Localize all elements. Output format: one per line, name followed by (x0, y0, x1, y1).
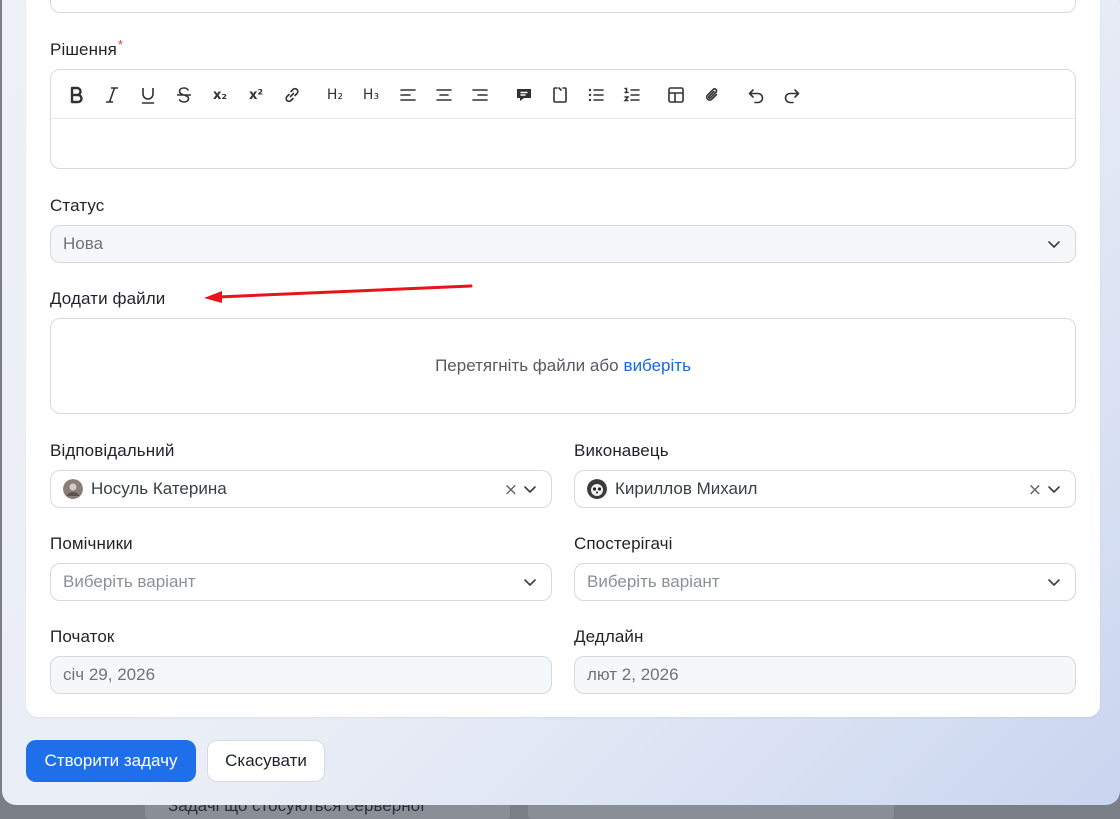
avatar (587, 479, 607, 499)
dropzone-text: Перетягніть файли або (435, 356, 619, 375)
deadline-date-input[interactable]: лют 2, 2026 (574, 656, 1076, 694)
comment-icon[interactable] (511, 82, 537, 108)
assistants-label: Помічники (50, 534, 133, 553)
executor-value: Кириллов Михаил (615, 479, 758, 498)
solution-label: Рішення* (50, 37, 124, 60)
observers-placeholder: Виберіть варіант (587, 572, 720, 591)
start-date-value: січ 29, 2026 (63, 665, 156, 684)
undo-icon[interactable] (743, 82, 769, 108)
annotation-arrow-icon (204, 284, 473, 303)
underline-icon[interactable] (135, 82, 161, 108)
superscript-icon[interactable]: x² (243, 82, 269, 108)
editor-toolbar: x₂ x² H₂ H₃ (51, 70, 1075, 119)
start-date-input[interactable]: січ 29, 2026 (50, 656, 552, 694)
responsible-label: Відповідальний (50, 441, 175, 460)
executor-label: Виконавець (574, 441, 669, 460)
avatar (63, 479, 83, 499)
file-dropzone[interactable]: Перетягніть файли або виберіть (50, 318, 1076, 414)
choose-files-link[interactable]: виберіть (624, 356, 691, 376)
italic-icon[interactable] (99, 82, 125, 108)
clear-icon[interactable]: × (1028, 480, 1042, 500)
numbered-list-icon[interactable] (619, 82, 645, 108)
responsible-value: Носуль Катерина (91, 479, 227, 498)
table-icon[interactable] (663, 82, 689, 108)
deadline-label: Дедлайн (574, 627, 644, 646)
assistants-select[interactable]: Виберіть варіант (50, 563, 552, 601)
bullet-list-icon[interactable] (583, 82, 609, 108)
observers-label: Спостерігачі (574, 534, 673, 553)
create-task-button[interactable]: Створити задачу (26, 740, 196, 782)
clear-icon[interactable]: × (504, 480, 518, 500)
chevron-down-icon (524, 579, 536, 586)
create-task-modal: Рішення* x₂ x² H₂ H₃ Статус Нова Додати … (2, 0, 1120, 805)
chevron-down-icon (1048, 241, 1060, 248)
status-label: Статус (50, 196, 105, 215)
responsible-select[interactable]: Носуль Катерина × (50, 470, 552, 508)
required-mark: * (117, 37, 124, 52)
link-icon[interactable] (279, 82, 305, 108)
heading2-icon[interactable]: H₂ (322, 82, 348, 108)
subscript-icon[interactable]: x₂ (207, 82, 233, 108)
assistants-placeholder: Виберіть варіант (63, 572, 196, 591)
executor-select[interactable]: Кириллов Михаил × (574, 470, 1076, 508)
align-left-icon[interactable] (395, 82, 421, 108)
heading3-icon[interactable]: H₃ (358, 82, 384, 108)
cancel-button[interactable]: Скасувати (207, 740, 325, 782)
attachment-icon[interactable] (699, 82, 725, 108)
solution-label-text: Рішення (50, 40, 117, 59)
strikethrough-icon[interactable] (171, 82, 197, 108)
previous-field[interactable] (50, 0, 1076, 13)
bold-icon[interactable] (63, 82, 89, 108)
chevron-down-icon[interactable] (1047, 482, 1061, 496)
align-right-icon[interactable] (467, 82, 493, 108)
start-label: Початок (50, 627, 115, 646)
chevron-down-icon (1048, 579, 1060, 586)
observers-select[interactable]: Виберіть варіант (574, 563, 1076, 601)
solution-editor[interactable]: x₂ x² H₂ H₃ (50, 69, 1076, 169)
files-label: Додати файли (50, 289, 166, 308)
align-center-icon[interactable] (431, 82, 457, 108)
status-select[interactable]: Нова (50, 225, 1076, 263)
form-card: Рішення* x₂ x² H₂ H₃ Статус Нова Додати … (26, 0, 1100, 717)
status-value: Нова (63, 234, 104, 253)
code-block-icon[interactable] (547, 82, 573, 108)
deadline-date-value: лют 2, 2026 (587, 665, 679, 684)
redo-icon[interactable] (779, 82, 805, 108)
chevron-down-icon[interactable] (523, 482, 537, 496)
